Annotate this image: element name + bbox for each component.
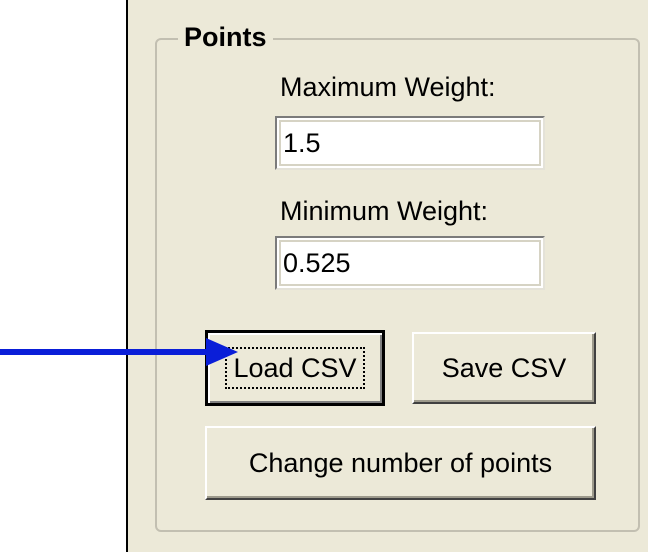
load-csv-label: Load CSV xyxy=(225,347,365,389)
minimum-weight-input[interactable] xyxy=(275,236,545,290)
load-csv-button[interactable]: Load CSV xyxy=(205,330,385,406)
points-group-title: Points xyxy=(178,20,273,54)
save-csv-label: Save CSV xyxy=(441,352,567,383)
change-number-of-points-button[interactable]: Change number of points xyxy=(205,426,596,500)
change-number-of-points-label: Change number of points xyxy=(248,447,553,478)
maximum-weight-input[interactable] xyxy=(275,116,545,170)
minimum-weight-label: Minimum Weight: xyxy=(280,196,489,226)
maximum-weight-label: Maximum Weight: xyxy=(280,72,496,102)
screenshot-canvas: Points Maximum Weight: Minimum Weight: L… xyxy=(0,0,648,552)
save-csv-button[interactable]: Save CSV xyxy=(412,332,596,404)
